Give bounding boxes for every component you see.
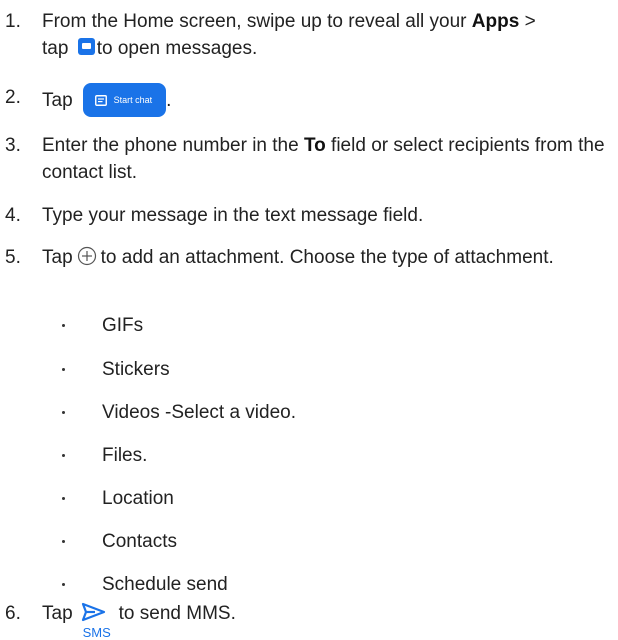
bullet-dot <box>62 368 65 371</box>
bullet-dot <box>62 324 65 327</box>
step-text: Tap SMS to send MMS. <box>42 600 612 639</box>
step-6: 6. Tap SMS to send MMS. <box>0 600 612 639</box>
bullet-dot <box>62 454 65 457</box>
step-text-part: From the Home screen, swipe up to reveal… <box>42 11 472 32</box>
step-text: From the Home screen, swipe up to reveal… <box>42 8 612 62</box>
to-field-label: To <box>303 135 326 156</box>
step-5: 5. Tap to add an attachment. Choose the t… <box>0 244 612 300</box>
attachment-type: GIFs <box>102 315 144 336</box>
apps-label: Apps <box>471 11 520 32</box>
attachment-type: Stickers <box>102 359 170 380</box>
step-text: Type your message in the text message fi… <box>42 205 424 226</box>
step-text-part: Tap <box>42 247 73 268</box>
step-number: 4. <box>5 205 21 226</box>
step-text-part: to add an attachment. Choose the type of… <box>100 247 554 268</box>
step-text: Tap to add an attachment. Choose the type… <box>42 244 572 274</box>
step-text-part: . <box>166 90 172 112</box>
step-number: 1. <box>5 11 21 32</box>
step-number: 6. <box>5 603 21 624</box>
step-text-part: > <box>519 11 536 32</box>
bullet-dot <box>62 540 65 543</box>
attachment-type: Contacts <box>102 531 177 552</box>
attachment-type: Location <box>102 488 174 509</box>
step-text: Tap Start chat. <box>42 83 612 118</box>
step-text-part: tap <box>42 38 74 59</box>
start-chat-button[interactable]: Start chat <box>82 83 167 117</box>
step-text-part: Tap <box>42 603 73 624</box>
attachment-type: Schedule send <box>102 574 228 595</box>
sms-label: SMS <box>82 625 111 640</box>
step-number: 2. <box>5 87 21 108</box>
attachment-type: Files. <box>102 445 148 466</box>
step-text-part: Enter the phone number in the <box>42 135 304 156</box>
step-4: 4. Type your message in the text message… <box>0 202 612 230</box>
step-text-part: to send MMS. <box>118 603 236 624</box>
step-text: Enter the phone number in the To field o… <box>42 132 612 186</box>
bullet-dot <box>62 411 65 414</box>
step-2: 2. Tap Start chat. <box>0 80 612 118</box>
bullet-dot <box>62 583 65 586</box>
plus-circle-icon <box>77 246 97 274</box>
attachment-type: Videos -Select a video. <box>102 402 296 423</box>
step-1: 1. From the Home screen, swipe up to rev… <box>0 8 612 68</box>
step-3: 3. Enter the phone number in the To fiel… <box>0 132 612 188</box>
chat-icon <box>94 94 107 106</box>
step-text-part: Tap <box>42 90 73 112</box>
send-icon <box>81 602 105 622</box>
instructions-page: 1. From the Home screen, swipe up to rev… <box>0 0 618 639</box>
step-number: 5. <box>5 247 21 268</box>
step-text-part: to open messages. <box>96 38 258 59</box>
start-chat-label: Start chat <box>113 94 153 105</box>
messages-icon <box>77 38 95 55</box>
step-number: 3. <box>5 135 21 156</box>
bullet-dot <box>62 497 65 500</box>
send-sms-button[interactable]: SMS <box>81 602 113 639</box>
